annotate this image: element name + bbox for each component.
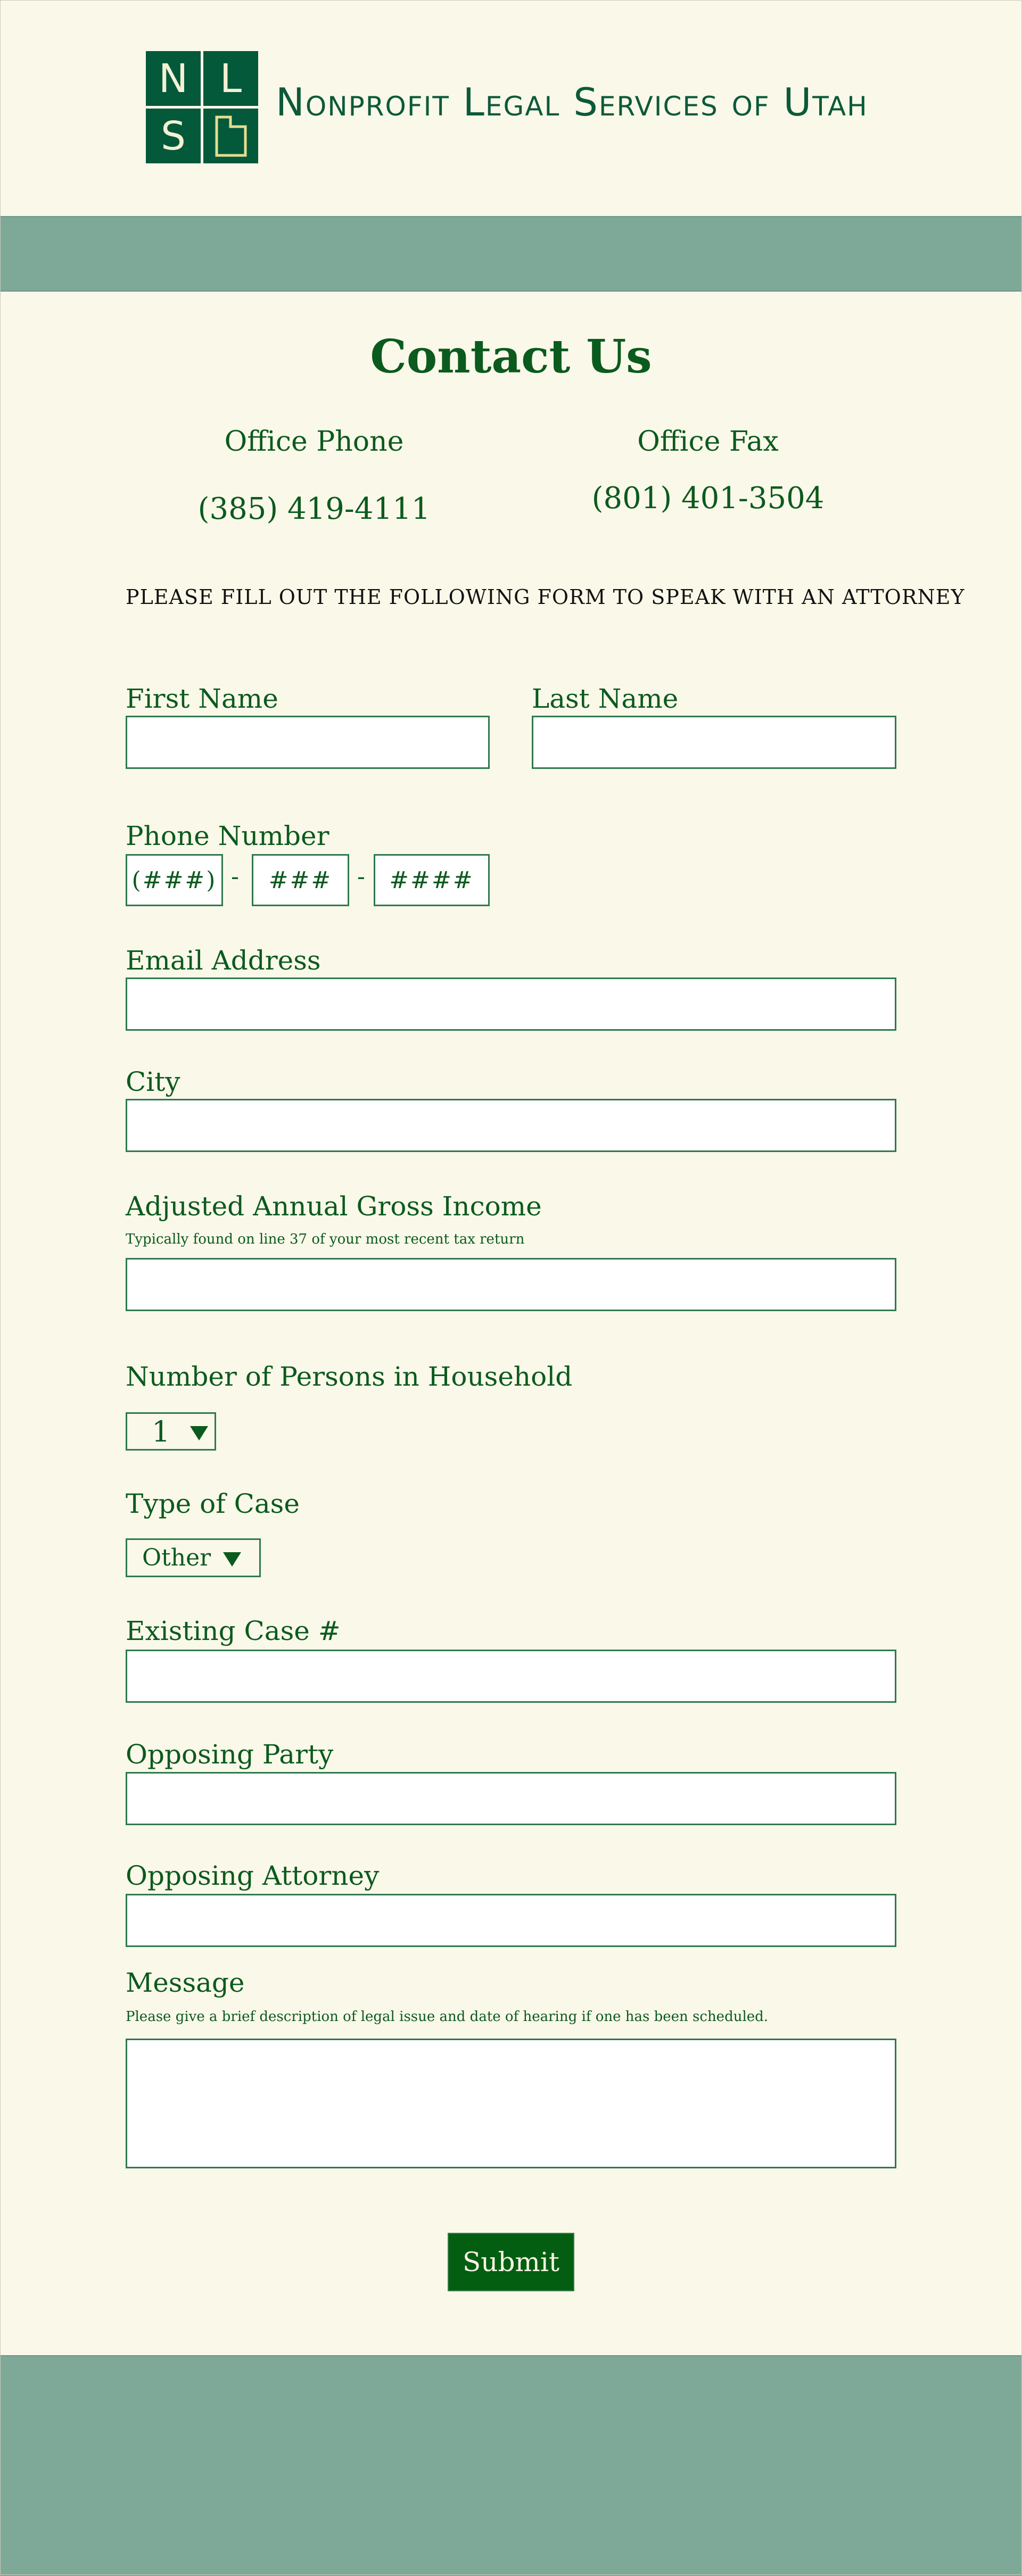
existing-case-input[interactable]	[126, 1650, 896, 1703]
header-band	[0, 216, 1022, 292]
phone-prefix-input[interactable]: ###	[252, 854, 349, 906]
household-label: Number of Persons in Household	[126, 1361, 573, 1392]
nls-logo[interactable]: N L S	[146, 51, 258, 163]
office-fax-value: (801) 401-3504	[591, 481, 825, 516]
office-phone-value[interactable]: (385) 419-4111	[197, 492, 431, 526]
office-phone-label: Office Phone	[224, 426, 404, 458]
opposing-attorney-label: Opposing Attorney	[126, 1860, 380, 1891]
phone-number-label: Phone Number	[126, 821, 329, 851]
message-hint: Please give a brief description of legal…	[126, 2009, 769, 2025]
chevron-down-icon	[223, 1552, 241, 1567]
chevron-down-icon	[190, 1426, 208, 1440]
email-input[interactable]	[126, 978, 896, 1031]
city-input[interactable]	[126, 1099, 896, 1152]
opposing-party-label: Opposing Party	[126, 1739, 334, 1770]
first-name-input[interactable]	[126, 716, 490, 769]
city-label: City	[126, 1066, 180, 1097]
opposing-attorney-input[interactable]	[126, 1894, 896, 1947]
site-header: N L S Nonprofit Legal Services of Utah	[0, 0, 1022, 216]
submit-button[interactable]: Submit	[448, 2233, 574, 2291]
household-select[interactable]: 1	[126, 1412, 216, 1451]
income-input[interactable]	[126, 1258, 896, 1311]
existing-case-label: Existing Case #	[126, 1616, 341, 1646]
household-value: 1	[152, 1415, 170, 1448]
last-name-label: Last Name	[532, 683, 679, 714]
message-textarea[interactable]	[126, 2039, 896, 2168]
first-name-label: First Name	[126, 683, 278, 714]
message-label: Message	[126, 1967, 245, 1998]
office-phone-block: Office Phone (385) 419-4111	[197, 426, 431, 526]
office-fax-block: Office Fax (801) 401-3504	[591, 426, 825, 516]
form-instruction: PLEASE FILL OUT THE FOLLOWING FORM TO SP…	[126, 585, 965, 609]
phone-line-input[interactable]: ####	[374, 854, 490, 906]
opposing-party-input[interactable]	[126, 1772, 896, 1825]
footer-band	[0, 2355, 1022, 2576]
last-name-input[interactable]	[532, 716, 896, 769]
phone-separator: -	[357, 863, 365, 890]
income-hint: Typically found on line 37 of your most …	[126, 1231, 525, 1247]
organization-name[interactable]: Nonprofit Legal Services of Utah	[276, 80, 868, 125]
email-label: Email Address	[126, 945, 321, 976]
office-fax-label: Office Fax	[637, 426, 779, 458]
phone-area-code-input[interactable]: (###)	[126, 854, 223, 906]
utah-state-icon	[203, 109, 258, 163]
logo-letter-n: N	[146, 51, 201, 106]
phone-separator: -	[231, 863, 239, 890]
page-title: Contact Us	[370, 330, 652, 384]
logo-letter-l: L	[203, 51, 258, 106]
income-label: Adjusted Annual Gross Income	[126, 1191, 542, 1222]
case-type-value: Other	[142, 1544, 211, 1571]
case-type-select[interactable]: Other	[126, 1538, 261, 1577]
case-type-label: Type of Case	[126, 1488, 300, 1519]
logo-letter-s: S	[146, 109, 201, 163]
